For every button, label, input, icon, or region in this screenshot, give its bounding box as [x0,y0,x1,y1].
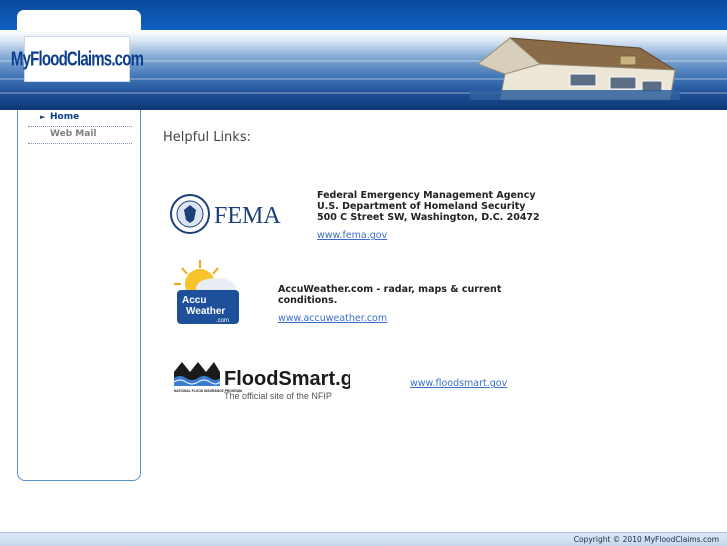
accuweather-logo[interactable]: Accu Weather .com [172,258,242,328]
svg-text:Weather: Weather [186,306,225,317]
accuweather-info: AccuWeather.com - radar, maps & current … [278,284,518,325]
copyright-text: Copyright © 2010 MyFloodClaims.com [573,535,719,544]
fema-agency-name: Federal Emergency Management Agency [317,190,536,201]
footer-bar: Copyright © 2010 MyFloodClaims.com [0,532,727,546]
page-title: Helpful Links: [163,130,251,145]
flooded-house-image [470,37,680,100]
fema-logo-text: FEMA [214,203,281,229]
fema-link[interactable]: www.fema.gov [317,230,387,241]
fema-address: 500 C Street SW, Washington, D.C. 20472 [317,212,540,223]
nav-item-home[interactable]: ► Home [28,110,132,127]
floodsmart-logo-text: FloodSmart.gov [224,368,350,390]
fema-info: Federal Emergency Management Agency U.S.… [317,190,577,242]
sidebar-tab-top [17,10,141,32]
svg-text:Accu: Accu [182,295,206,306]
accuweather-description: AccuWeather.com - radar, maps & current … [278,284,502,306]
site-logo[interactable]: MyFloodClaims.com [11,36,144,82]
svg-text:.com: .com [216,318,229,324]
fema-department: U.S. Department of Homeland Security [317,201,526,212]
nav-item-label: Home [50,112,80,122]
nav-item-label: Web Mail [50,129,97,139]
floodsmart-link[interactable]: www.floodsmart.gov [410,378,507,389]
floodsmart-info: www.floodsmart.gov [410,371,507,390]
fema-logo[interactable]: FEMA [170,190,282,238]
sidebar: ► Home Web Mail [17,110,141,481]
header-banner: MyFloodClaims.com [0,0,727,110]
nav-item-webmail[interactable]: Web Mail [28,127,132,144]
site-logo-text: MyFloodClaims.com [10,47,144,71]
arrow-right-icon: ► [40,113,46,121]
accuweather-link[interactable]: www.accuweather.com [278,313,387,324]
floodsmart-logo[interactable]: NATIONAL FLOOD INSURANCE PROGRAM FloodSm… [172,358,350,404]
floodsmart-tagline: The official site of the NFIP [224,391,332,401]
